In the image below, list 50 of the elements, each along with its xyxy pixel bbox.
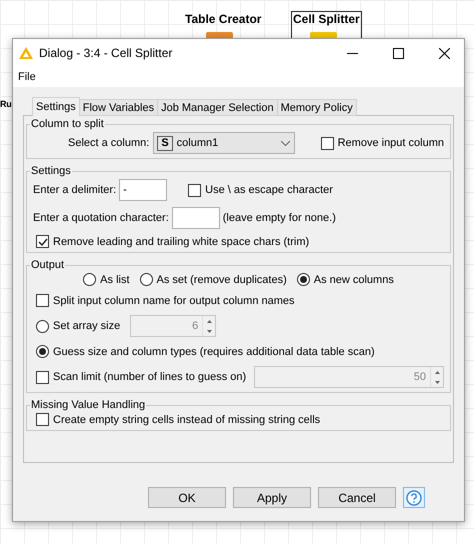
radio-button[interactable]: [140, 273, 153, 286]
node-label: Table Creator: [184, 11, 262, 26]
dialog-button[interactable]: OK: [148, 487, 226, 508]
checkbox[interactable]: [36, 235, 49, 248]
checkbox[interactable]: [320, 136, 334, 150]
radio-button[interactable]: [83, 273, 96, 286]
help-button[interactable]: [403, 487, 425, 508]
checkbox[interactable]: [188, 184, 202, 196]
field-label: Enter a quotation character:: [33, 212, 169, 224]
radio-label: As list: [100, 274, 130, 286]
maximize-icon[interactable]: [392, 48, 404, 58]
checkbox-label: Remove leading and trailing white space chars (trim): [53, 236, 310, 248]
string-type-icon: S: [157, 136, 173, 150]
group-title: Missing Value Handling: [30, 399, 146, 411]
dialog-button[interactable]: Apply: [233, 487, 311, 508]
window-title: Dialog - 3:4 - Cell Splitter: [39, 46, 174, 60]
radio-label: Guess size and column types (requires additional data table scan): [53, 346, 375, 358]
radio-label: Set array size: [53, 320, 120, 332]
checkbox-label: Split input column name for output column names: [53, 294, 295, 306]
group-title: Output: [30, 259, 66, 271]
group-title: Settings: [30, 165, 72, 177]
warning-icon: [19, 47, 33, 59]
node-label: Cell Splitter: [292, 11, 361, 26]
tab[interactable]: Job Manager Selection: [157, 99, 278, 116]
tab[interactable]: Settings: [32, 97, 80, 116]
checkbox-label: Create empty string cells instead of missing string cells: [53, 414, 320, 426]
radio-label: As set (remove duplicates): [156, 274, 287, 286]
group-title: Column to split: [30, 118, 105, 130]
tab[interactable]: Flow Variables: [78, 99, 158, 116]
radio-button[interactable]: [36, 345, 49, 358]
checkbox-label: Remove input column: [338, 137, 444, 149]
checkbox-label: Use \ as escape character: [205, 184, 333, 196]
delimiter-field[interactable]: -: [119, 179, 168, 201]
radio-button[interactable]: [296, 273, 310, 286]
field-label: Select a column:: [68, 137, 150, 149]
close-icon[interactable]: [438, 48, 450, 58]
dialog-button[interactable]: Cancel: [318, 487, 396, 508]
node-label: Ru: [0, 99, 12, 109]
checkbox[interactable]: [36, 413, 49, 426]
hint-text: (leave empty for none.): [222, 212, 336, 224]
menu-item[interactable]: File: [18, 71, 36, 83]
column-dropdown[interactable]: S column1: [153, 132, 295, 154]
chevron-down-icon: [280, 140, 290, 146]
quotation-field[interactable]: [172, 207, 220, 229]
radio-button[interactable]: [36, 320, 49, 332]
field-label: Enter a delimiter:: [33, 184, 116, 196]
checkbox-label: Scan limit (number of lines to guess on): [53, 371, 246, 383]
checkbox[interactable]: [36, 294, 49, 307]
radio-label: As new columns: [314, 274, 394, 286]
tab[interactable]: Memory Policy: [276, 99, 357, 116]
